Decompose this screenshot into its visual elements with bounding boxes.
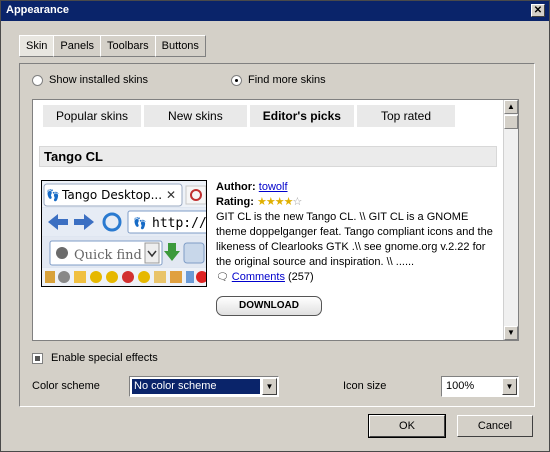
chevron-down-icon[interactable]: ▼ — [262, 378, 277, 395]
special-effects-checkbox[interactable]: Enable special effects — [32, 352, 158, 364]
scroll-up-icon[interactable]: ▲ — [504, 100, 518, 114]
rating-stars: ★★★★☆ — [256, 196, 302, 208]
dialog-tabs: Skin Panels Toolbars Buttons — [19, 35, 206, 57]
svg-text:👣: 👣 — [46, 188, 60, 202]
tab-popular-skins[interactable]: Popular skins — [43, 105, 142, 127]
skin-description: GIT CL is the new Tango CL. \\ GIT CL is… — [216, 211, 493, 268]
icon-size-select[interactable]: 100% ▼ — [441, 376, 519, 397]
tab-top-rated[interactable]: Top rated — [356, 105, 455, 127]
ok-button[interactable]: OK — [368, 414, 446, 438]
skin-details: Author: towolf Rating: ★★★★☆ GIT CL is t… — [216, 180, 501, 285]
find-more-radio[interactable]: Find more skins — [231, 74, 326, 86]
find-more-label: Find more skins — [248, 74, 326, 86]
comments-link[interactable]: Comments — [232, 271, 285, 283]
star-filled-icon: ★ — [265, 196, 276, 208]
show-installed-radio[interactable]: Show installed skins — [32, 74, 148, 86]
skin-category-tabs: Popular skins New skins Editor's picks T… — [43, 105, 455, 127]
rating-label: Rating: — [216, 196, 254, 208]
title-bar[interactable]: Appearance ✕ — [1, 1, 549, 21]
tab-toolbars[interactable]: Toolbars — [100, 35, 156, 57]
scroll-down-icon[interactable]: ▼ — [504, 326, 518, 340]
color-scheme-select[interactable]: No color scheme ▼ — [129, 376, 279, 397]
tab-editors-picks[interactable]: Editor's picks — [249, 105, 354, 127]
tab-skin[interactable]: Skin — [19, 35, 55, 57]
svg-text:Quick find: Quick find — [74, 248, 142, 263]
author-link[interactable]: towolf — [259, 181, 288, 193]
svg-text:👣: 👣 — [133, 216, 147, 230]
skin-title: Tango CL — [39, 146, 497, 167]
skin-preview-image[interactable]: 👣 Tango Desktop... ✕ 👣 http://ta Quick f… — [41, 180, 207, 287]
radio-on-icon — [231, 74, 242, 86]
appearance-dialog: Appearance ✕ Skin Panels Toolbars Button… — [0, 0, 550, 452]
scroll-thumb[interactable] — [504, 115, 518, 129]
tab-panels[interactable]: Panels — [53, 35, 102, 57]
author-label: Author: — [216, 181, 256, 193]
close-icon[interactable]: ✕ — [531, 4, 545, 17]
show-installed-label: Show installed skins — [49, 74, 149, 86]
tab-new-skins[interactable]: New skins — [144, 105, 247, 127]
tab-buttons[interactable]: Buttons — [154, 35, 206, 57]
chevron-down-icon[interactable]: ▼ — [502, 378, 517, 395]
vertical-scrollbar[interactable]: ▲ ▼ — [503, 100, 518, 340]
star-empty-icon: ☆ — [292, 196, 302, 208]
svg-text:Tango Desktop...: Tango Desktop... — [61, 188, 162, 202]
star-filled-icon: ★ — [274, 196, 285, 208]
color-scheme-label: Color scheme — [32, 380, 100, 392]
special-effects-label: Enable special effects — [51, 352, 158, 364]
star-filled-icon: ★ — [256, 196, 267, 208]
skin-browser: Popular skins New skins Editor's picks T… — [32, 99, 519, 341]
comments-count: (257) — [288, 271, 314, 283]
color-scheme-value: No color scheme — [131, 378, 261, 395]
icon-size-label: Icon size — [343, 380, 387, 392]
comment-icon: 🗨 — [216, 272, 229, 283]
download-button[interactable]: DOWNLOAD — [216, 296, 322, 316]
icon-size-value: 100% — [446, 380, 475, 392]
svg-text:http://ta: http://ta — [152, 216, 207, 231]
radio-off-icon — [32, 74, 43, 86]
window-title: Appearance — [6, 4, 69, 16]
svg-text:✕: ✕ — [166, 188, 176, 202]
cancel-button[interactable]: Cancel — [457, 415, 533, 437]
checkbox-checked-icon — [32, 352, 43, 364]
